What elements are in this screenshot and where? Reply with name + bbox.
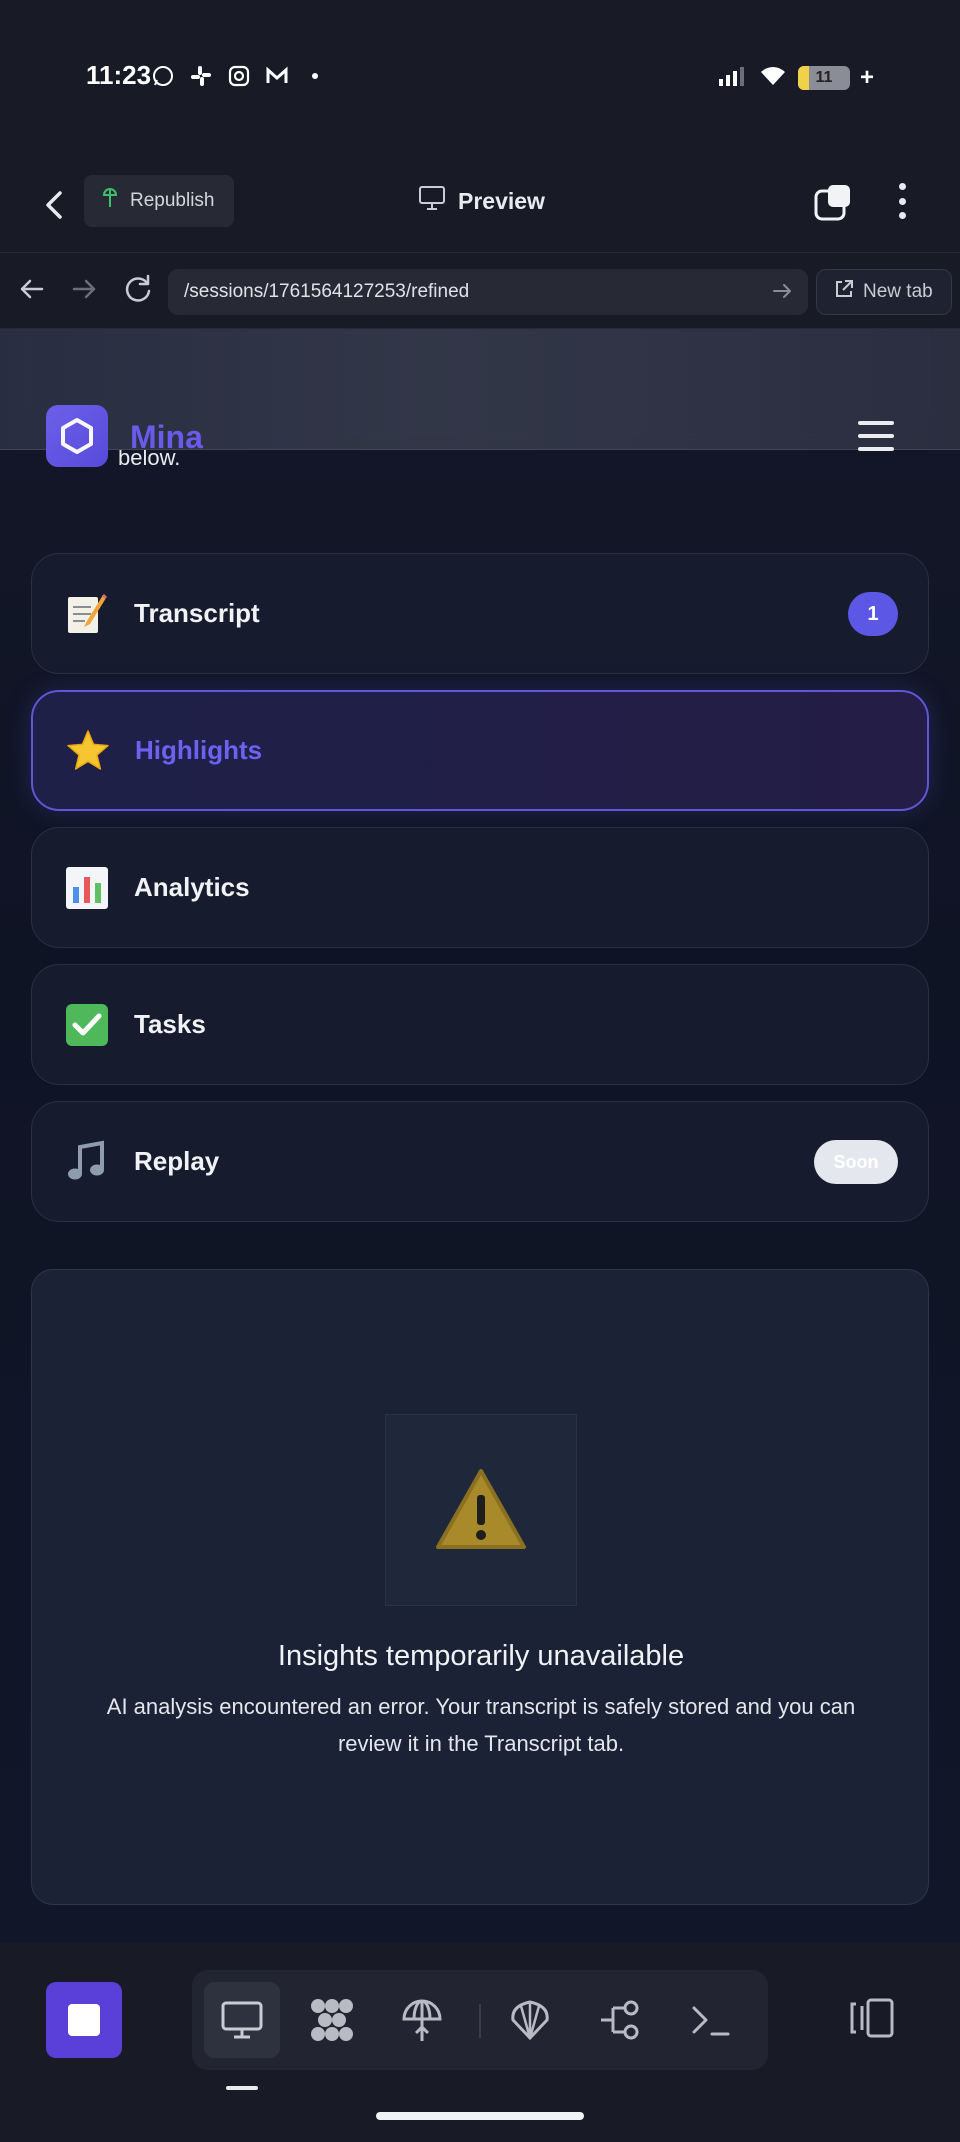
preview-title[interactable]: Preview [418,185,545,217]
go-arrow-icon[interactable] [770,279,794,303]
gmail-icon [264,63,290,89]
section-nav: Transcript 1 Highlights Analytics Tasks [31,553,929,1238]
wifi-icon [758,65,788,92]
music-note-icon [64,1139,110,1185]
insights-title: Insights temporarily unavailable [277,1640,685,1672]
slack-icon [188,63,214,89]
active-tool-indicator [226,2086,258,2090]
preview-label: Preview [458,187,545,214]
shell-tool-icon[interactable] [492,1982,568,2058]
stop-icon [68,2004,100,2036]
signal-icon [718,65,748,92]
republish-button[interactable]: Republish [84,175,234,227]
insights-description: AI analysis encountered an error. Your t… [106,1694,856,1756]
nav-label-highlights: Highlights [135,735,263,765]
terminal-tool-icon[interactable] [672,1982,748,2058]
star-icon [65,728,111,774]
web-content: below. Mina Transcript 1 Highlights Anal… [0,329,960,1942]
warning-icon [385,1414,577,1606]
more-options-icon[interactable] [890,181,914,221]
url-text: /sessions/1761564127253/refined [184,281,470,302]
hexagon-icon [61,418,93,454]
forward-arrow-icon[interactable] [66,271,102,307]
hamburger-menu-icon[interactable] [858,421,894,451]
nav-item-replay[interactable]: Replay Soon [31,1101,929,1222]
browser-bar: /sessions/1761564127253/refined New tab [0,253,960,329]
reload-icon[interactable] [120,271,156,307]
charging-plus-icon: + [859,64,874,91]
monitor-icon [418,185,446,217]
nav-label-replay: Replay [134,1146,220,1176]
notification-icons [150,63,328,89]
whatsapp-icon [150,63,176,89]
nav-item-transcript[interactable]: Transcript 1 [31,553,929,674]
nav-item-analytics[interactable]: Analytics [31,827,929,948]
logo[interactable] [46,405,108,467]
bar-chart-icon [64,865,110,911]
tool-group [192,1970,768,2070]
nav-label-transcript: Transcript [134,598,260,628]
nav-label-analytics: Analytics [134,872,250,902]
back-arrow-icon[interactable] [14,271,50,307]
status-bar: 11:23 11 + [0,0,960,155]
nav-item-highlights[interactable]: Highlights [31,690,929,811]
toolbar-divider [479,2004,481,2038]
side-panel-toggle-icon[interactable] [850,1996,896,2040]
bottom-toolbar [0,1942,960,2142]
deploy-tool-icon[interactable] [384,1982,460,2058]
transcript-count-badge: 1 [848,592,898,636]
nav-item-tasks[interactable]: Tasks [31,964,929,1085]
stop-button[interactable] [46,1982,122,2058]
new-tab-button[interactable]: New tab [816,269,952,315]
grid-tool-icon[interactable] [294,1982,370,2058]
site-navbar: Mina [0,329,960,467]
app-header: Republish Preview [0,155,960,253]
tabs-switcher-icon[interactable] [814,183,854,221]
nav-label-tasks: Tasks [134,1009,206,1039]
preview-tool-icon[interactable] [204,1982,280,2058]
back-chevron-icon[interactable] [38,185,72,225]
insights-error-card: Insights temporarily unavailable AI anal… [31,1269,929,1905]
system-status: 11 + [718,64,874,92]
brand-name[interactable]: Mina [130,419,203,456]
republish-icon [100,187,120,215]
instagram-icon [226,63,252,89]
battery-indicator: 11 [797,66,850,90]
flow-tool-icon[interactable] [582,1982,658,2058]
url-field[interactable]: /sessions/1761564127253/refined [168,269,808,315]
external-link-icon [833,278,855,306]
republish-label: Republish [130,190,215,211]
soon-badge: Soon [814,1140,898,1184]
new-tab-label: New tab [863,281,933,302]
check-mark-icon [64,1002,110,1048]
status-time: 11:23 [86,60,152,90]
memo-icon [64,591,110,637]
dot-icon [302,63,328,89]
home-indicator[interactable] [376,2112,584,2120]
